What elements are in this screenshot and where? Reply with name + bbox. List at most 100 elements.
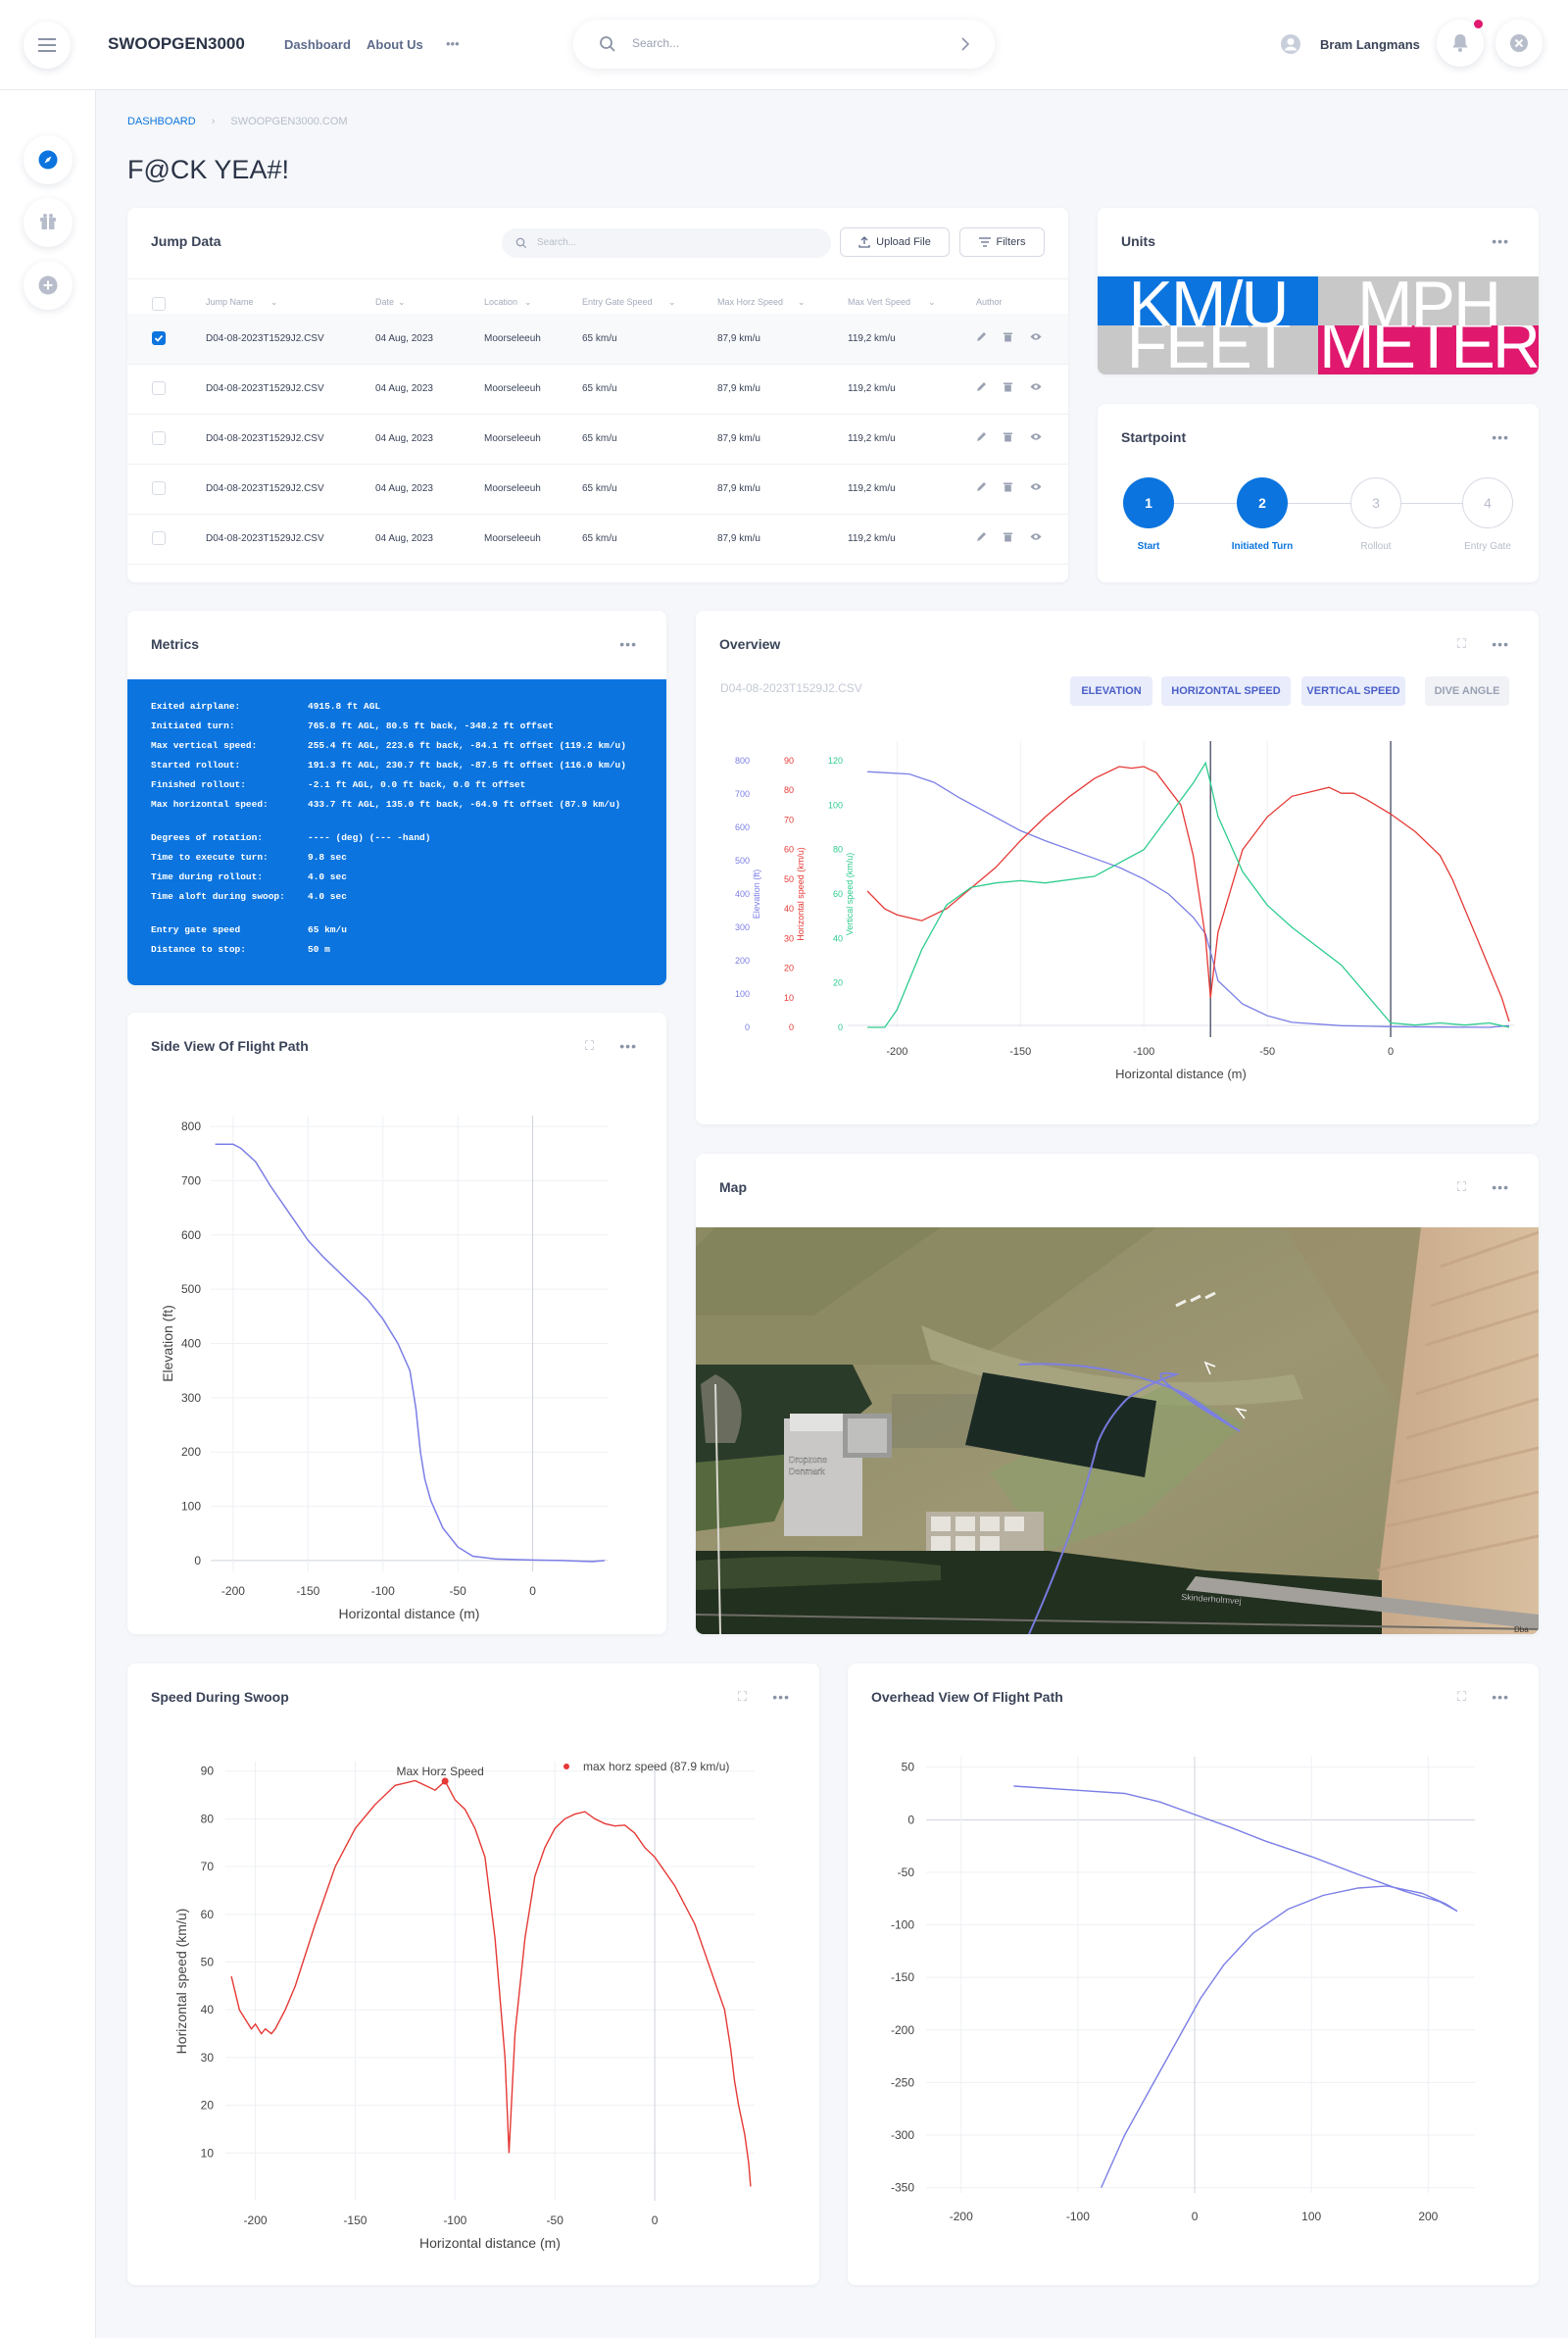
step-number: 1	[1145, 495, 1152, 511]
unit-mph-button[interactable]: MPH	[1318, 276, 1539, 325]
sort-icon[interactable]: ⌄	[524, 297, 532, 308]
trash-shape	[1004, 532, 1012, 542]
overhead-chart[interactable]: 50 0 -50 -100 -150 -200 -250 -300 -350 -200 -100 0 1…	[848, 1664, 1539, 2285]
side-view-chart[interactable]: 0 100 200 300 400 500 600 700 800 -200 -150 -100 -50…	[127, 1013, 666, 1634]
x-axis-label: Horizontal distance (m)	[339, 1606, 480, 1621]
close-button[interactable]	[1495, 20, 1543, 67]
delete-icon[interactable]	[1003, 431, 1013, 445]
step-2-circle[interactable]: 2	[1237, 477, 1288, 528]
sort-icon[interactable]: ⌄	[398, 297, 406, 308]
eye-shape	[1030, 383, 1042, 390]
metric-row	[151, 819, 666, 832]
y-tick-label: 0	[789, 1022, 794, 1032]
sort-icon[interactable]: ⌄	[668, 297, 676, 308]
more-options-button[interactable]: •••	[1492, 1179, 1509, 1195]
view-icon[interactable]	[1030, 431, 1042, 445]
breadcrumb-dashboard[interactable]: DASHBOARD	[127, 116, 196, 127]
select-all-checkbox[interactable]	[152, 297, 166, 311]
edit-icon[interactable]	[976, 331, 987, 345]
y-tick-label: -150	[891, 1970, 914, 1984]
view-icon[interactable]	[1030, 331, 1042, 345]
eye-shape	[1030, 433, 1042, 440]
chevron-right-icon[interactable]	[961, 37, 969, 51]
metric-label: Distance to stop:	[151, 944, 246, 955]
nav-dashboard[interactable]: Dashboard	[284, 37, 351, 52]
user-avatar-icon[interactable]	[1280, 33, 1301, 55]
step-number: 3	[1372, 495, 1380, 511]
elevation-button[interactable]: ELEVATION	[1070, 676, 1152, 706]
notifications-button[interactable]	[1437, 20, 1484, 67]
delete-icon[interactable]	[1003, 381, 1013, 395]
row-checkbox[interactable]	[152, 431, 166, 445]
horizontal-speed-button[interactable]: HORIZONTAL SPEED	[1161, 676, 1291, 706]
filters-button[interactable]: Filters	[959, 227, 1045, 257]
user-name[interactable]: Bram Langmans	[1320, 37, 1420, 52]
more-options-button[interactable]: •••	[1492, 429, 1509, 445]
col-date[interactable]: Date	[375, 297, 394, 307]
col-entry-gate-speed[interactable]: Entry Gate Speed	[582, 297, 653, 307]
unit-feet-button[interactable]: FEET	[1098, 325, 1318, 374]
edit-icon[interactable]	[976, 531, 987, 545]
unit-meter-button[interactable]: METER	[1318, 325, 1539, 374]
y-tick-label: 0	[838, 1022, 843, 1032]
more-options-button[interactable]: •••	[619, 636, 637, 652]
y-tick-label: 500	[735, 856, 750, 866]
row-checkbox[interactable]	[152, 531, 166, 545]
jump-search-input[interactable]: Search...	[502, 228, 831, 258]
sort-icon[interactable]: ⌄	[270, 297, 278, 308]
search-bar[interactable]: Search...	[573, 20, 995, 69]
speed-chart[interactable]: 10 20 30 40 50 60 70 80 90 -200 -150 -100 -50 0 Max Ho…	[127, 1664, 819, 2285]
edit-icon[interactable]	[976, 381, 987, 395]
x-tick-label: 100	[1301, 2210, 1321, 2223]
vertical-speed-button[interactable]: VERTICAL SPEED	[1301, 676, 1405, 706]
step-3-circle[interactable]: 3	[1350, 477, 1401, 528]
sidebar-item-gift[interactable]	[24, 198, 73, 247]
nav-about-us[interactable]: About Us	[367, 37, 423, 52]
col-max-horz-speed[interactable]: Max Horz Speed	[717, 297, 783, 307]
max-speed-point[interactable]	[441, 1777, 449, 1785]
expand-icon[interactable]: ⛶	[1457, 1179, 1466, 1195]
sidebar-item-add[interactable]	[24, 261, 73, 310]
sidebar-item-explore[interactable]	[24, 135, 73, 184]
x-axis-label: Horizontal distance (m)	[419, 2235, 561, 2251]
more-options-button[interactable]: •••	[1492, 233, 1509, 249]
search-input[interactable]: Search...	[632, 36, 679, 50]
col-jump-name[interactable]: Jump Name	[206, 297, 254, 307]
row-checkbox[interactable]	[152, 381, 166, 395]
view-icon[interactable]	[1030, 481, 1042, 495]
breadcrumb-current: SWOOPGEN3000.COM	[230, 116, 348, 127]
menu-button[interactable]	[24, 22, 71, 69]
y-tick-label: 120	[828, 756, 843, 766]
y-tick-label: 90	[784, 756, 794, 766]
x-tick-label: 0	[1192, 2210, 1199, 2223]
sort-icon[interactable]: ⌄	[798, 297, 806, 308]
units-title: Units	[1121, 233, 1155, 249]
col-max-vert-speed[interactable]: Max Vert Speed	[848, 297, 910, 307]
unit-kmu-button[interactable]: KM/U	[1098, 276, 1318, 325]
units-card: Units ••• KM/U MPH FEET METER	[1098, 208, 1539, 374]
delete-icon[interactable]	[1003, 531, 1013, 545]
metric-row: Time to execute turn: 9.8 sec	[151, 852, 666, 871]
satellite-map[interactable]: Dropzone Denmark Skinderholmvej Dba	[696, 1227, 1539, 1634]
view-icon[interactable]	[1030, 531, 1042, 545]
col-location[interactable]: Location	[484, 297, 517, 307]
dive-angle-button[interactable]: DIVE ANGLE	[1425, 676, 1509, 706]
edit-icon[interactable]	[976, 431, 987, 445]
edit-icon[interactable]	[976, 481, 987, 495]
delete-icon[interactable]	[1003, 331, 1013, 345]
nav-more[interactable]: •••	[446, 36, 460, 51]
sort-icon[interactable]: ⌄	[928, 297, 936, 308]
upload-file-button[interactable]: Upload File	[840, 227, 950, 257]
delete-icon[interactable]	[1003, 481, 1013, 495]
row-checkbox[interactable]	[152, 481, 166, 495]
brand-logo[interactable]: SWOOPGEN3000	[108, 34, 245, 54]
step-4-circle[interactable]: 4	[1462, 477, 1513, 528]
cell-vert: 119,2 km/u	[848, 483, 896, 494]
view-icon[interactable]	[1030, 381, 1042, 395]
x-tick-label: -200	[950, 2210, 973, 2223]
cell-date: 04 Aug, 2023	[375, 333, 433, 344]
row-checkbox[interactable]	[152, 331, 166, 345]
step-1-circle[interactable]: 1	[1123, 477, 1174, 528]
y-tick-label: 600	[735, 822, 750, 832]
cell-entry: 65 km/u	[582, 533, 617, 544]
